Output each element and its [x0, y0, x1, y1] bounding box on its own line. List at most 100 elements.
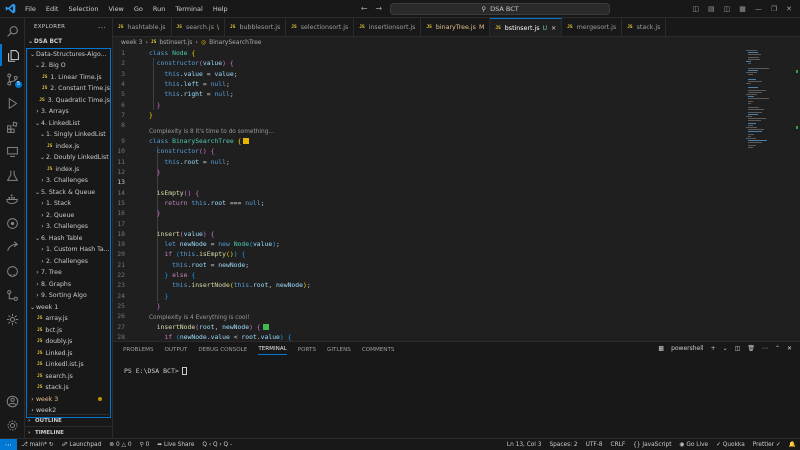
breadcrumb-file[interactable]: bstinsert.js [159, 39, 192, 46]
accounts-icon[interactable] [0, 390, 25, 412]
folder-item[interactable]: › 3. Challenges [27, 221, 110, 233]
editor-tab[interactable]: JS insertionsort.js [354, 18, 422, 36]
testing-icon[interactable] [0, 164, 25, 186]
close-tab-icon[interactable]: ✕ [551, 25, 556, 32]
folder-item[interactable]: ⌄ 2. Doubly LinkedList [27, 152, 110, 164]
quokka-status[interactable]: ✓ Quokka [712, 442, 749, 448]
close-window-icon[interactable]: ✕ [786, 5, 792, 13]
encoding[interactable]: UTF-8 [582, 442, 607, 448]
end-of-line[interactable]: CRLF [607, 442, 630, 448]
editor-tab[interactable]: JS stack.js [622, 18, 667, 36]
editor-tab[interactable]: JS mergesort.js [562, 18, 623, 36]
customize-layout-icon[interactable]: ▦ [739, 5, 746, 13]
editor-tab[interactable]: JS binaryTree.js M [421, 18, 491, 36]
tab-terminal[interactable]: TERMINAL [258, 346, 287, 355]
live-share-status[interactable]: ➦ Live Share [153, 442, 198, 448]
folder-item[interactable]: › 7. Tree [27, 267, 110, 279]
forward-arrow-icon[interactable]: → [375, 4, 382, 13]
folder-item[interactable]: ⌄ week 1 [27, 302, 110, 314]
tab-ports[interactable]: PORTS [298, 347, 316, 353]
folder-item[interactable]: ⌄ 6. Hash Table [27, 233, 110, 245]
editor-tab[interactable]: JS bubblesort.js [225, 18, 287, 36]
outline-section[interactable]: › OUTLINE [25, 414, 113, 426]
manage-gear-icon[interactable] [0, 414, 25, 436]
menu-run[interactable]: Run [148, 5, 170, 13]
code-editor[interactable]: 1 class Node { 2 constructor(value) { 3 t… [113, 48, 800, 341]
chevron-down-icon[interactable]: ⌄ [723, 345, 728, 352]
layout-panel-icon[interactable]: ▤ [708, 5, 715, 13]
layout-sidebar-icon[interactable]: ◫ [692, 5, 699, 13]
run-debug-icon[interactable] [0, 92, 25, 114]
explorer-icon[interactable] [0, 44, 25, 66]
editor-tab[interactable]: JS bstinsert.js U ✕ [490, 18, 563, 36]
github-icon[interactable] [0, 260, 25, 282]
menu-terminal[interactable]: Terminal [170, 5, 207, 13]
menu-view[interactable]: View [103, 5, 128, 13]
menu-edit[interactable]: Edit [41, 5, 64, 13]
source-control-icon[interactable]: 5 [0, 68, 25, 90]
folder-item[interactable]: › 1. Stack [27, 198, 110, 210]
folder-item[interactable]: ⌄ 5. Stack & Queue [27, 187, 110, 199]
folder-item[interactable]: › 1. Custom Hash Ta... [27, 244, 110, 256]
remote-indicator-icon[interactable]: ⋯ [0, 438, 17, 450]
command-center-search[interactable]: ⚲ DSA BCT [390, 2, 611, 15]
close-panel-icon[interactable]: ✕ [787, 345, 792, 352]
layout-secondary-icon[interactable]: ◫ [724, 5, 731, 13]
minimize-icon[interactable]: — [755, 5, 762, 13]
folder-item[interactable]: › 2. Queue [27, 210, 110, 222]
file-item[interactable]: JS array.js [27, 313, 110, 325]
more-actions-icon[interactable]: ⋯ [762, 345, 768, 352]
split-terminal-icon[interactable]: ◫ [735, 345, 741, 352]
folder-item[interactable]: › 3. Arrays [27, 106, 110, 118]
folder-item[interactable]: › 3. Challenges [27, 175, 110, 187]
go-live[interactable]: ◉ Go Live [675, 442, 712, 448]
extension-settings-icon[interactable] [0, 308, 25, 330]
language-mode[interactable]: {} JavaScript [629, 442, 675, 448]
tab-gitlens[interactable]: GITLENS [327, 347, 351, 353]
menu-help[interactable]: Help [208, 5, 233, 13]
minimap[interactable] [745, 48, 795, 341]
folder-item[interactable]: › week 3 [27, 394, 110, 406]
file-item[interactable]: JS bct.js [27, 325, 110, 337]
tab-debug-console[interactable]: DEBUG CONSOLE [198, 347, 247, 353]
editor-tab[interactable]: JS hashtable.js [113, 18, 172, 36]
folder-item[interactable]: › 2. Challenges [27, 256, 110, 268]
folder-item[interactable]: ⌄ Data-Structures-Algo... [27, 49, 110, 61]
workspace-root[interactable]: ⌄ DSA BCT [25, 36, 112, 48]
gitlens-icon[interactable] [0, 212, 25, 234]
breadcrumb-symbol[interactable]: BinarySearchTree [209, 39, 261, 46]
remote-explorer-icon[interactable] [0, 140, 25, 162]
folder-item[interactable]: ⌄ 4. LinkedList [27, 118, 110, 130]
tab-output[interactable]: OUTPUT [165, 347, 188, 353]
menu-file[interactable]: File [20, 5, 41, 13]
launchpad-status[interactable]: ☍ Launchpad [58, 442, 106, 448]
ports-status[interactable]: ⚲ 0 [136, 442, 154, 448]
file-item[interactable]: JS search.js [27, 371, 110, 383]
folder-item[interactable]: › 8. Graphs [27, 279, 110, 291]
indentation[interactable]: Spaces: 2 [545, 442, 581, 448]
trash-icon[interactable]: 🗑 [747, 345, 755, 352]
notifications-bell-icon[interactable]: 🔔 [785, 442, 800, 448]
live-share-icon[interactable] [0, 236, 25, 258]
file-item[interactable]: JS stack.js [27, 382, 110, 394]
cursor-position[interactable]: Ln 13, Col 3 [503, 442, 546, 448]
menu-selection[interactable]: Selection [63, 5, 103, 13]
file-item[interactable]: JS index.js [27, 164, 110, 176]
search-activity-icon[interactable] [0, 20, 25, 42]
file-item[interactable]: JS index.js [27, 141, 110, 153]
new-terminal-icon[interactable]: + [711, 345, 716, 352]
file-item[interactable]: JS 1. Linear Time.js [27, 72, 110, 84]
graph-icon[interactable] [0, 284, 25, 306]
branch-status[interactable]: ⎇ main* ↻ [17, 442, 58, 448]
file-item[interactable]: JS doubly.js [27, 336, 110, 348]
menu-go[interactable]: Go [129, 5, 148, 13]
extensions-icon[interactable] [0, 116, 25, 138]
breadcrumb-folder[interactable]: week 3 [121, 39, 143, 46]
editor-tab[interactable]: JS selectionsort.js [286, 18, 355, 36]
quokka-nav-status[interactable]: Q ‹ Q › Q - [198, 442, 236, 448]
tab-comments[interactable]: COMMENTS [362, 347, 395, 353]
file-item[interactable]: JS 3. Quadratic Time.js [27, 95, 110, 107]
prettier-status[interactable]: Prettier ✓ [749, 442, 785, 448]
restore-icon[interactable]: ❐ [771, 5, 777, 13]
terminal-shell-name[interactable]: powershell [671, 345, 704, 352]
